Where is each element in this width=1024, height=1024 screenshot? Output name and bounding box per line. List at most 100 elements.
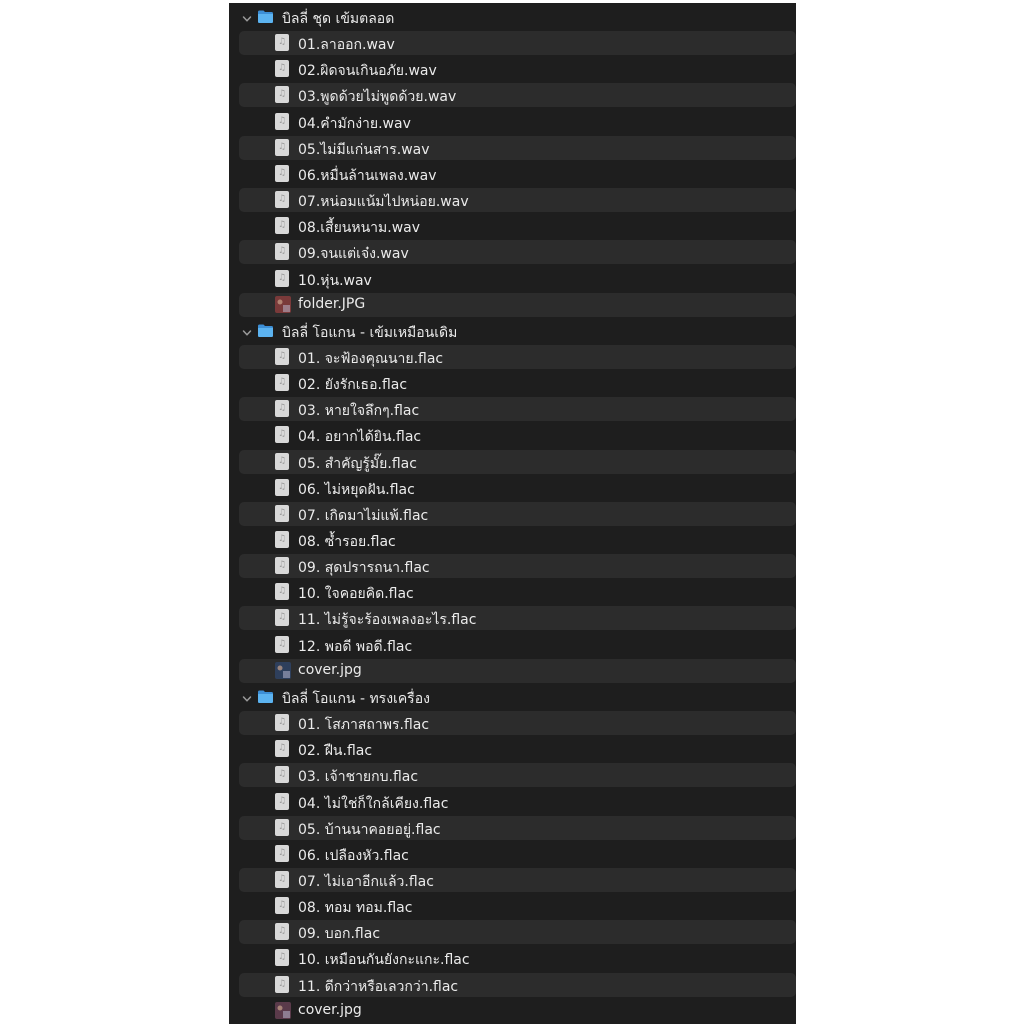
audio-file-icon: ♫ [275, 269, 289, 287]
audio-file-icon: ♫ [275, 792, 289, 810]
chevron-down-icon[interactable] [242, 12, 252, 22]
file-row[interactable]: ♫ 12. พอดี พอดี.flac [239, 633, 796, 657]
file-name: 02. ยังรักเธอ.flac [298, 377, 408, 394]
file-row[interactable]: ♫ 11. ไม่รู้จะร้องเพลงอะไร.flac [239, 606, 796, 631]
audio-file-icon: ♫ [275, 243, 289, 261]
file-name: 06. เปลืองหัว.flac [298, 847, 409, 864]
file-name: 07.หน่อมแน้มไปหน่อย.wav [298, 194, 469, 210]
file-row[interactable]: ♫ 10. เหมือนกันยังกะแกะ.flac [239, 946, 796, 970]
audio-file-icon: ♫ [275, 740, 289, 758]
file-row[interactable]: ♫ 01.ลาออก.wav [239, 31, 796, 56]
file-name: 03. หายใจลึกๆ.flac [298, 403, 420, 420]
audio-file-icon: ♫ [275, 897, 289, 915]
file-row[interactable]: ♫ 03. เจ้าชายกบ.flac [239, 763, 796, 788]
file-row[interactable]: ♫ 05.ไม่มีแก่นสาร.wav [239, 135, 796, 160]
file-row[interactable]: ♫ 02. ยังรักเธอ.flac [239, 371, 796, 395]
file-row[interactable]: ♫ 07. เกิดมาไม่แพ้.flac [239, 501, 796, 526]
file-row[interactable]: ♫ 04. ไม่ใช่ก็ใกล้เคียง.flac [239, 790, 796, 814]
file-name: 05. บ้านนาคอยอยู่.flac [298, 821, 441, 838]
file-row[interactable]: ♫ 02. ฝืน.flac [239, 737, 796, 761]
file-row[interactable]: ♫ 10. ใจคอยคิด.flac [239, 580, 796, 604]
file-row[interactable]: ♫ 08. ซ้ำรอย.flac [239, 528, 796, 552]
file-name: cover.jpg [298, 1001, 362, 1018]
audio-file-icon: ♫ [275, 504, 289, 522]
file-row[interactable]: ♫ 06. ไม่หยุดฝัน.flac [239, 476, 796, 500]
audio-file-icon: ♫ [275, 478, 289, 496]
file-row[interactable]: ♫ 01. จะฟ้องคุณนาย.flac [239, 344, 796, 369]
audio-file-icon: ♫ [275, 975, 289, 993]
audio-file-icon: ♫ [275, 426, 289, 444]
audio-file-icon: ♫ [275, 112, 289, 130]
file-row[interactable]: ♫ 09. สุดปรารถนา.flac [239, 554, 796, 579]
file-name: 08. ซ้ำรอย.flac [298, 534, 396, 550]
folder-icon [257, 323, 274, 338]
file-row[interactable]: ♫ 06.หมื่นล้านเพลง.wav [239, 162, 796, 186]
audio-file-icon: ♫ [275, 164, 289, 182]
audio-file-icon: ♫ [275, 609, 289, 627]
file-row[interactable]: ♫ 03.พูดด้วยไม่พูดด้วย.wav [239, 83, 796, 108]
file-name: 03. เจ้าชายกบ.flac [298, 769, 419, 786]
audio-file-icon: ♫ [275, 531, 289, 548]
file-row[interactable]: ♫ 09. บอก.flac [239, 920, 796, 945]
file-row[interactable]: ♫ 03. หายใจลึกๆ.flac [239, 397, 796, 422]
file-name: 01. จะฟ้องคุณนาย.flac [298, 350, 444, 367]
file-name: 12. พอดี พอดี.flac [298, 638, 413, 655]
file-name: folder.JPG [298, 295, 366, 312]
file-row[interactable]: ♫ 08.เสี้ยนหนาม.wav [239, 214, 796, 238]
file-row[interactable]: ♫ 05. บ้านนาคอยอยู่.flac [239, 815, 796, 840]
file-name: 09. บอก.flac [298, 926, 381, 943]
file-row[interactable]: ♫ 07.หน่อมแน้มไปหน่อย.wav [239, 188, 796, 212]
file-name: 01. โสภาสถาพร.flac [298, 717, 430, 733]
audio-file-icon: ♫ [275, 400, 289, 418]
file-name: 07. ไม่เอาอีกแล้ว.flac [298, 873, 434, 890]
file-row[interactable]: ♫ 09.จนแต่เจ๋ง.wav [239, 240, 796, 265]
file-row[interactable]: ♫ 07. ไม่เอาอีกแล้ว.flac [239, 867, 796, 892]
image-thumbnail-icon [275, 661, 291, 679]
audio-file-icon: ♫ [275, 949, 289, 967]
folder-icon [257, 9, 274, 24]
audio-file-icon: ♫ [275, 34, 289, 52]
file-name: 04. อยากได้ยิน.flac [298, 429, 422, 446]
folder-row[interactable]: บิลลี่ ชุด เข้มตลอด [239, 5, 796, 29]
finder-file-list: บิลลี่ ชุด เข้มตลอด ♫ 01.ลาออก.wav ♫ 02.ผิดจ… [229, 3, 796, 1024]
file-name: 08.เสี้ยนหนาม.wav [298, 220, 421, 237]
file-name: 09.จนแต่เจ๋ง.wav [298, 246, 409, 263]
file-row[interactable]: ♫ 11. ดีกว่าหรือเลวกว่า.flac [239, 972, 796, 997]
file-row[interactable]: ♫ 04.คำมักง่าย.wav [239, 110, 796, 134]
chevron-down-icon[interactable] [242, 326, 252, 336]
file-name: 02. ฝืน.flac [298, 743, 373, 760]
file-name: 10. เหมือนกันยังกะแกะ.flac [298, 952, 470, 969]
file-row[interactable]: ♫ 08. ทอม ทอม.flac [239, 894, 796, 918]
file-name: 03.พูดด้วยไม่พูดด้วย.wav [298, 89, 457, 106]
audio-file-icon: ♫ [275, 714, 289, 731]
file-row[interactable]: ♫ 04. อยากได้ยิน.flac [239, 423, 796, 447]
file-row[interactable]: ♫ 01. โสภาสถาพร.flac [239, 711, 796, 735]
folder-row[interactable]: บิลลี่ โอแกน - ทรงเครื่อง [239, 685, 796, 709]
audio-file-icon: ♫ [275, 191, 289, 208]
chevron-down-icon[interactable] [242, 692, 252, 702]
file-row[interactable]: cover.jpg [239, 658, 796, 683]
audio-file-icon: ♫ [275, 374, 289, 392]
file-row[interactable]: ♫ 02.ผิดจนเกินอภัย.wav [239, 57, 796, 81]
file-row[interactable]: folder.JPG [239, 292, 796, 317]
file-name: 11. ดีกว่าหรือเลวกว่า.flac [298, 978, 459, 995]
audio-file-icon: ♫ [275, 60, 289, 78]
file-row[interactable]: cover.jpg [239, 999, 796, 1023]
file-row[interactable]: ♫ 05. สำคัญรู้มั๊ย.flac [239, 449, 796, 474]
folder-name: บิลลี่ โอแกน - ทรงเครื่อง [282, 690, 430, 707]
file-name: 01.ลาออก.wav [298, 37, 395, 54]
file-name: 11. ไม่รู้จะร้องเพลงอะไร.flac [298, 612, 477, 629]
audio-file-icon: ♫ [275, 923, 289, 941]
file-row[interactable]: ♫ 06. เปลืองหัว.flac [239, 842, 796, 866]
audio-file-icon: ♫ [275, 452, 289, 470]
folder-name: บิลลี่ โอแกน - เข้มเหมือนเดิม [282, 324, 458, 341]
file-name: 06. ไม่หยุดฝัน.flac [298, 481, 415, 498]
audio-file-icon: ♫ [275, 138, 289, 156]
audio-file-icon: ♫ [275, 818, 289, 836]
audio-file-icon: ♫ [275, 583, 289, 601]
file-row[interactable]: ♫ 10.หุ่น.wav [239, 267, 796, 291]
image-thumbnail-icon [275, 295, 291, 313]
audio-file-icon: ♫ [275, 844, 289, 862]
audio-file-icon: ♫ [275, 217, 289, 235]
folder-row[interactable]: บิลลี่ โอแกน - เข้มเหมือนเดิม [239, 319, 796, 343]
